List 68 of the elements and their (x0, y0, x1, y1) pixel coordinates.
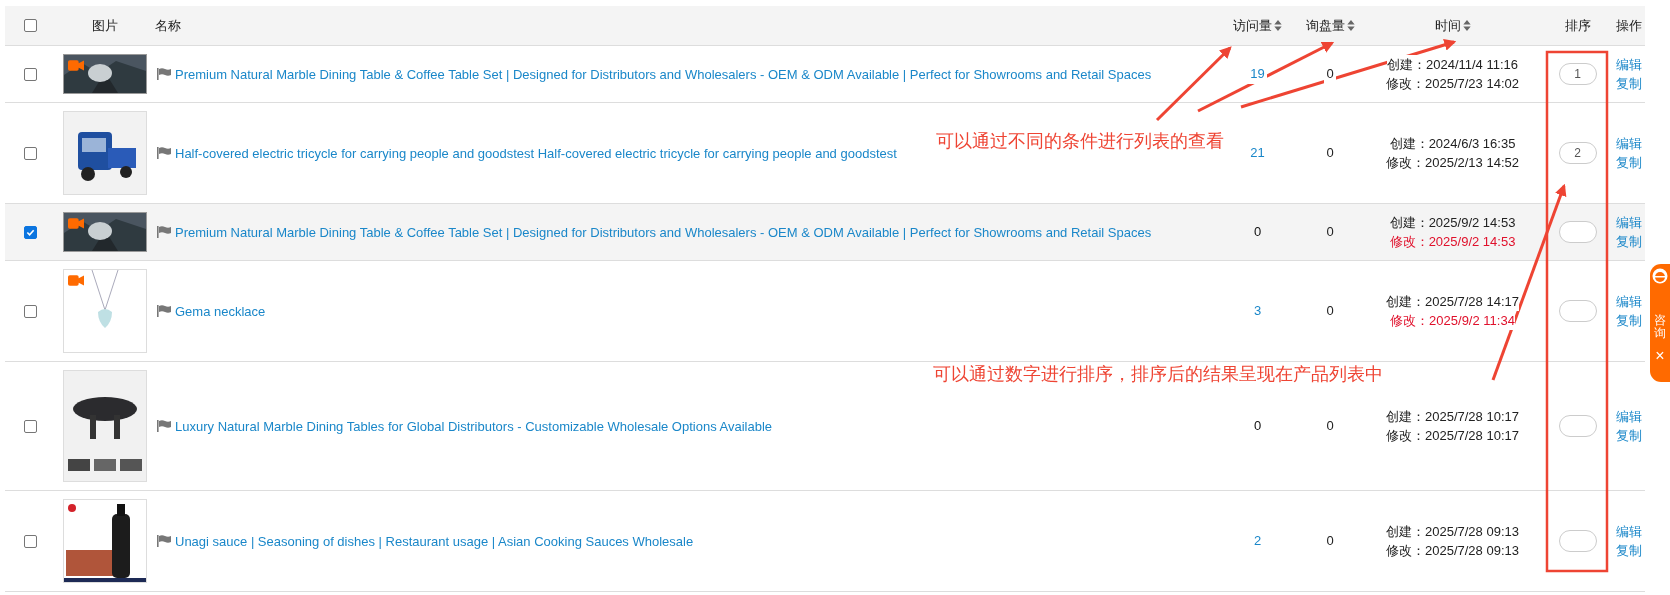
checkbox[interactable] (23, 67, 37, 81)
created-time: 创建：2025/9/2 14:53 (1389, 213, 1516, 232)
sort-input[interactable]: 1 (1558, 63, 1597, 85)
consult-label[interactable]: 咨询 (1654, 314, 1666, 341)
consult-widget[interactable]: 咨询 × (1650, 264, 1670, 382)
checkbox[interactable] (23, 146, 37, 160)
sort-input[interactable] (1558, 221, 1597, 243)
action-link[interactable]: 复制 (1616, 153, 1642, 172)
action-link[interactable]: 编辑 (1616, 55, 1642, 74)
flag-icon (157, 534, 171, 547)
column-header[interactable]: 访问量 (1233, 15, 1282, 36)
action-link[interactable]: 编辑 (1616, 292, 1642, 311)
sort-input[interactable] (1558, 300, 1597, 322)
product-name-link[interactable]: Half-covered electric tricycle for carrying people and goodstest Half-covered electric tricycle for carrying people and goodstest (175, 143, 897, 163)
modified-time: 修改：2025/7/23 14:02 (1386, 74, 1519, 93)
flag-icon (157, 419, 171, 432)
checkbox[interactable] (23, 225, 37, 239)
created-time: 创建：2025/7/28 09:13 (1386, 522, 1519, 541)
column-header: 操作 (1616, 16, 1642, 35)
created-time: 创建：2024/6/3 16:35 (1389, 134, 1516, 153)
product-name-link[interactable]: Gema necklace (175, 301, 266, 321)
column-header: 排序 (1564, 16, 1591, 35)
sort-icon[interactable] (1274, 20, 1282, 31)
checkbox[interactable] (23, 304, 37, 318)
flag-icon (157, 304, 171, 317)
video-camera-icon (68, 275, 84, 286)
flag-icon (157, 146, 171, 159)
close-icon[interactable]: × (1655, 348, 1665, 365)
annotation-text: 可以通过数字进行排序，排序后的结果呈现在产品列表中 (933, 363, 1383, 386)
action-link[interactable]: 编辑 (1616, 213, 1642, 232)
action-link[interactable]: 复制 (1616, 74, 1642, 93)
action-link[interactable]: 编辑 (1616, 407, 1642, 426)
created-time: 创建：2025/7/28 14:17 (1386, 292, 1519, 311)
modified-time: 修改：2025/7/28 09:13 (1386, 541, 1519, 560)
action-link[interactable]: 复制 (1616, 232, 1642, 251)
modified-time: 修改：2025/9/2 14:53 (1389, 232, 1516, 251)
action-link[interactable]: 复制 (1616, 311, 1642, 330)
checkbox[interactable] (23, 19, 37, 32)
action-link[interactable]: 复制 (1616, 541, 1642, 560)
flag-icon (157, 225, 171, 238)
action-link[interactable]: 复制 (1616, 426, 1642, 445)
product-name-link[interactable]: Unagi sauce | Seasoning of dishes | Restaurant usage | Asian Cooking Sauces Wholesale (175, 531, 694, 551)
column-header: 名称 (155, 16, 181, 35)
column-header[interactable]: 时间 (1434, 15, 1471, 36)
annotation-text: 可以通过不同的条件进行列表的查看 (936, 130, 1224, 153)
flag-icon (157, 67, 171, 80)
table-row[interactable] (5, 204, 1645, 261)
video-camera-icon (68, 60, 84, 71)
sort-input[interactable]: 2 (1558, 142, 1597, 164)
action-link[interactable]: 编辑 (1616, 134, 1642, 153)
modified-time: 修改：2025/7/28 10:17 (1386, 426, 1519, 445)
sort-input[interactable] (1558, 530, 1597, 552)
action-link[interactable]: 编辑 (1616, 522, 1642, 541)
created-time: 创建：2025/7/28 10:17 (1386, 407, 1519, 426)
product-name-link[interactable]: Premium Natural Marble Dining Table & Coffee Table Set | Designed for Distributors and Wholesalers - OEM & ODM Available | Perfect for Showrooms and Retail Spaces (175, 222, 1152, 242)
column-header[interactable]: 询盘量 (1305, 15, 1355, 36)
modified-time: 修改：2025/9/2 11:34 (1390, 311, 1515, 330)
sort-input[interactable] (1558, 415, 1597, 437)
sort-icon[interactable] (1346, 20, 1355, 31)
product-name-link[interactable]: Premium Natural Marble Dining Table & Coffee Table Set | Designed for Distributors and Wholesalers - OEM & ODM Available | Perfect for Showrooms and Retail Spaces (175, 64, 1152, 84)
video-camera-icon (68, 218, 84, 229)
checkbox[interactable] (23, 419, 37, 433)
modified-time: 修改：2025/2/13 14:52 (1386, 153, 1519, 172)
column-header: 图片 (92, 16, 118, 35)
product-name-link[interactable]: Luxury Natural Marble Dining Tables for Global Distributors - Customizable Wholesale Options Available (175, 416, 773, 436)
checkbox[interactable] (23, 534, 37, 548)
sort-icon[interactable] (1462, 20, 1471, 31)
created-time: 创建：2024/11/4 11:16 (1386, 55, 1519, 74)
